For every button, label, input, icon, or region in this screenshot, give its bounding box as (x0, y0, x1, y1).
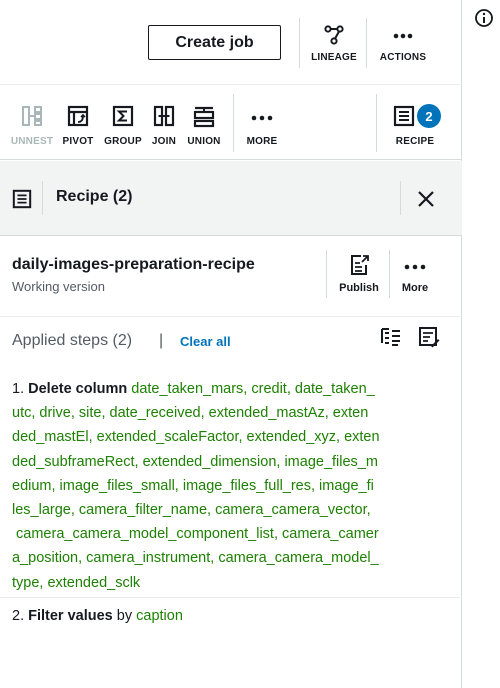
separator: | (159, 332, 164, 349)
recipe-header: Recipe (2) (0, 161, 462, 236)
pivot-icon (67, 105, 89, 127)
right-rail (462, 0, 500, 688)
close-icon[interactable] (414, 187, 438, 211)
step-columns: edium, image_files_small, image_files_fu… (12, 477, 374, 494)
actions-button[interactable]: ACTIONS (376, 26, 430, 63)
divider (233, 94, 234, 152)
unnest-icon (22, 106, 42, 126)
recipe-step-2[interactable]: 2. Filter values by caption (12, 604, 442, 628)
clear-all-link[interactable]: Clear all (180, 334, 231, 349)
badge-count: 2 (425, 108, 433, 124)
step-columns: camera_camera_model_component_list, came… (12, 526, 379, 543)
create-job-button[interactable]: Create job (148, 25, 281, 60)
recipe-name: daily-images-preparation-recipe (12, 256, 255, 273)
step-column: caption (136, 608, 183, 624)
recipe-button[interactable]: 2 RECIPE (388, 104, 442, 147)
recipe-panel: Create job LINEAGE ACTIONS UNNEST PIVOT … (0, 0, 462, 688)
recipe-more-button[interactable]: More (396, 258, 434, 294)
recipe-label: RECIPE (395, 136, 435, 147)
divider (0, 597, 462, 598)
union-button[interactable]: UNION (184, 104, 224, 147)
more-label: More (401, 282, 429, 294)
divider (389, 250, 390, 298)
divider (400, 181, 401, 215)
divider (376, 94, 377, 152)
step-line: 1. Delete column date_taken_mars, credit… (12, 377, 442, 401)
step-action: Filter values (28, 608, 113, 624)
step-columns: type, extended_sclk (12, 574, 141, 591)
recipe-version: Working version (12, 279, 105, 294)
publish-button[interactable]: Publish (334, 254, 384, 294)
unnest-button[interactable]: UNNEST (10, 104, 54, 147)
step-connector: by (116, 608, 133, 624)
info-icon[interactable] (474, 8, 494, 28)
publish-label: Publish (339, 282, 379, 294)
recipe-count-badge: 2 (417, 104, 441, 128)
lineage-label: LINEAGE (311, 52, 357, 63)
join-button[interactable]: JOIN (148, 104, 180, 147)
sigma-icon (112, 105, 134, 127)
step-action: Delete column (28, 381, 128, 397)
step-number: 1. (12, 381, 25, 397)
recipe-list-icon (393, 105, 415, 127)
recipe-step-1[interactable]: 1. Delete column date_taken_mars, credit… (12, 377, 442, 595)
step-columns: ded_subframeRect, extended_dimension, im… (12, 453, 378, 470)
more-transforms-button[interactable]: MORE (243, 108, 281, 147)
step-columns: utc, drive, site, date_received, extende… (12, 405, 369, 422)
lineage-button[interactable]: LINEAGE (309, 24, 359, 63)
divider (42, 181, 43, 215)
divider (299, 18, 300, 68)
step-columns: les_large, camera_filter_name, camera_ca… (12, 502, 371, 519)
more-dots-icon (393, 33, 413, 39)
unnest-label: UNNEST (10, 136, 54, 147)
pivot-button[interactable]: PIVOT (60, 104, 96, 147)
step-columns: a_position, camera_instrument, camera_ca… (12, 550, 379, 567)
recipe-panel-title: Recipe (2) (56, 188, 133, 205)
step-columns: ded_mastEl, extended_scaleFactor, extend… (12, 429, 380, 446)
recipe-icon-wrap: 2 (391, 104, 441, 128)
step-columns: date_taken_mars, credit, date_taken_ (131, 381, 375, 397)
divider (0, 316, 462, 317)
divider (326, 250, 327, 298)
actions-label: ACTIONS (379, 52, 427, 63)
divider (366, 18, 367, 68)
publish-icon (351, 255, 369, 275)
step-number: 2. (12, 608, 25, 624)
union-icon (193, 106, 215, 128)
lineage-icon (324, 25, 344, 45)
collapse-steps-icon[interactable] (380, 326, 402, 348)
top-bar: Create job LINEAGE ACTIONS (0, 0, 462, 85)
union-label: UNION (187, 136, 221, 147)
recipe-list-icon (12, 189, 32, 209)
more-dots-icon (404, 264, 426, 270)
group-label: GROUP (104, 136, 142, 147)
join-icon (153, 105, 175, 127)
pivot-label: PIVOT (62, 136, 94, 147)
transform-toolbar: UNNEST PIVOT GROUP JOIN UNION MORE 2 REC… (0, 86, 462, 160)
join-label: JOIN (151, 136, 177, 147)
group-button[interactable]: GROUP (102, 104, 144, 147)
more-label: MORE (246, 136, 278, 147)
applied-steps-title: Applied steps (2) (12, 332, 133, 349)
edit-steps-icon[interactable] (418, 326, 440, 348)
more-dots-icon (251, 115, 273, 121)
